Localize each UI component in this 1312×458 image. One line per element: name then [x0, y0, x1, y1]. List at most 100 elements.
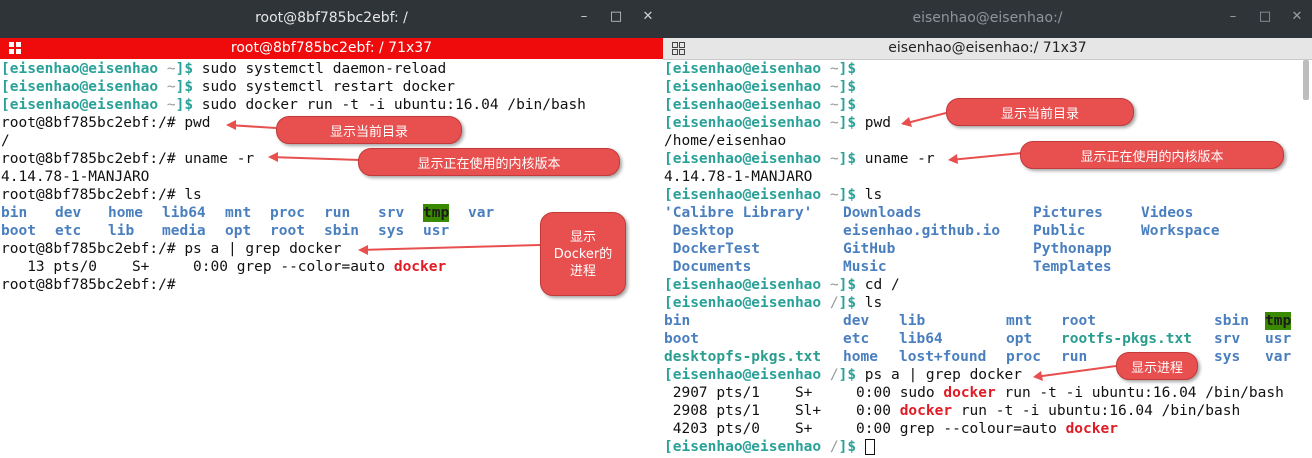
prompt-user: [eisenhao@eisenhao: [1, 79, 159, 95]
output-text: root@8bf785bc2ebf:/# uname -r: [1, 151, 255, 167]
close-icon[interactable]: ✕: [1290, 8, 1304, 26]
prompt-path: ~: [821, 79, 839, 95]
prompt-path: ~: [821, 61, 839, 77]
scrollbar[interactable]: [1300, 60, 1312, 458]
command-text: ps a | grep docker: [856, 367, 1022, 383]
prompt-close: ]$: [838, 151, 857, 167]
output-text: 2907 pts/1 S+ 0:00 sudo: [664, 385, 944, 401]
prompt-path: ~: [158, 61, 176, 77]
ls-entry: rootfs-pkgs.txt: [1061, 331, 1192, 347]
ls-entry: lib: [899, 313, 926, 329]
terminal-line: root@8bf785bc2ebf:/# uname -r: [1, 150, 254, 168]
ls-entry: srv: [378, 205, 405, 221]
ls-entry: home: [843, 349, 878, 365]
right-tab[interactable]: eisenhao@eisenhao:/ 71x37: [663, 38, 1312, 60]
ls-entry: proc: [270, 205, 305, 221]
terminal-line: 2908 pts/1 Sl+ 0:00 docker run -t -i ubu…: [664, 402, 1240, 420]
ls-entry: Videos: [1141, 205, 1194, 221]
terminal-line: [eisenhao@eisenhao ~]$: [664, 60, 856, 78]
left-titlebar[interactable]: root@8bf785bc2ebf: / – □ ✕: [0, 0, 663, 38]
right-titlebar[interactable]: eisenhao@eisenhao:/ – □ ✕: [663, 0, 1312, 38]
ls-entry: run: [324, 205, 351, 221]
minimize-icon[interactable]: –: [577, 8, 591, 26]
output-text: run -t -i ubuntu:16.04 /bin/bash: [995, 385, 1284, 401]
prompt-user: [eisenhao@eisenhao: [664, 295, 822, 311]
ls-entry: home: [108, 205, 143, 221]
output-text: 4203 pts/0 S+ 0:00 grep --colour=auto: [664, 421, 1066, 437]
ls-entry: etc: [55, 223, 82, 239]
ls-entry: usr: [1265, 331, 1292, 347]
callout-docker-process-left: 显示 Docker的 进程: [540, 212, 626, 296]
prompt-path: ~: [821, 187, 839, 203]
terminal-line: [eisenhao@eisenhao ~]$ ls: [664, 186, 882, 204]
grep-match: docker: [393, 259, 447, 275]
right-window-title: eisenhao@eisenhao:/: [912, 10, 1063, 26]
prompt-close: ]$: [175, 79, 194, 95]
terminal-line: 13 pts/0 S+ 0:00 grep --color=auto docke…: [1, 258, 446, 276]
ls-entry: var: [468, 205, 495, 221]
prompt-path: ~: [821, 115, 839, 131]
grep-match: docker: [899, 403, 953, 419]
left-tab[interactable]: root@8bf785bc2ebf: / 71x37: [0, 38, 663, 59]
terminal-line: [eisenhao@eisenhao ~]$ sudo systemctl re…: [1, 78, 455, 96]
output-text: /home/eisenhao: [664, 133, 787, 149]
ls-entry: var: [1265, 349, 1292, 365]
ls-entry: bin: [664, 313, 691, 329]
ls-entry: 'Calibre Library': [664, 205, 813, 221]
minimize-icon[interactable]: –: [1226, 8, 1240, 26]
prompt-path: ~: [158, 97, 176, 113]
callout-current-dir-left: 显示当前目录: [276, 116, 462, 144]
terminal-line: [eisenhao@eisenhao ~]$ sudo docker run -…: [1, 96, 586, 114]
ls-entry: opt: [1006, 331, 1033, 347]
prompt-close: ]$: [838, 115, 857, 131]
scrollbar-thumb[interactable]: [1303, 60, 1309, 100]
ls-entry: etc: [843, 331, 870, 347]
ls-entry: lost+found: [899, 349, 987, 365]
command-text: sudo docker run -t -i ubuntu:16.04 /bin/…: [193, 97, 586, 113]
prompt-path: ~: [821, 97, 839, 113]
command-text: pwd: [856, 115, 891, 131]
command-text: uname -r: [856, 151, 935, 167]
prompt-path: ~: [158, 79, 176, 95]
output-text: run -t -i ubuntu:16.04 /bin/bash: [952, 403, 1241, 419]
terminal-line: [eisenhao@eisenhao ~]$ sudo systemctl da…: [1, 60, 446, 78]
command-text: sudo systemctl restart docker: [193, 79, 455, 95]
maximize-icon[interactable]: □: [1258, 8, 1272, 26]
ls-entry: Workspace: [1141, 223, 1220, 239]
command-text: cd /: [856, 277, 900, 293]
terminal-line: [eisenhao@eisenhao ~]$ pwd: [664, 114, 891, 132]
output-text: 4.14.78-1-MANJARO: [1, 169, 150, 185]
terminal-cursor[interactable]: [864, 439, 875, 455]
ls-entry: sys: [378, 223, 405, 239]
ls-entry: DockerTest: [664, 241, 761, 257]
ls-entry: sys: [1214, 349, 1241, 365]
prompt-user: [eisenhao@eisenhao: [664, 79, 822, 95]
prompt-close: ]$: [838, 367, 857, 383]
close-icon[interactable]: ✕: [641, 8, 655, 26]
terminal-line: 4.14.78-1-MANJARO: [1, 168, 149, 186]
ls-entry: sbin: [324, 223, 359, 239]
prompt-user: [eisenhao@eisenhao: [664, 97, 822, 113]
prompt-close: ]$: [838, 97, 857, 113]
command-text: [856, 439, 865, 455]
left-tab-title: root@8bf785bc2ebf: / 71x37: [230, 40, 433, 56]
ls-entry: dev: [843, 313, 870, 329]
ls-entry: tmp: [423, 204, 450, 222]
output-text: root@8bf785bc2ebf:/#: [1, 277, 176, 293]
output-text: 13 pts/0 S+ 0:00 grep --color=auto: [1, 259, 394, 275]
ls-entry: boot: [664, 331, 699, 347]
output-text: 2908 pts/1 Sl+ 0:00: [664, 403, 900, 419]
command-text: ls: [856, 295, 883, 311]
prompt-close: ]$: [838, 187, 857, 203]
output-text: root@8bf785bc2ebf:/# pwd: [1, 115, 211, 131]
maximize-icon[interactable]: □: [609, 8, 623, 26]
prompt-path: /: [821, 295, 839, 311]
terminal-line: [eisenhao@eisenhao ~]$: [664, 78, 856, 96]
right-tab-title: eisenhao@eisenhao:/ 71x37: [888, 40, 1087, 56]
prompt-close: ]$: [175, 61, 194, 77]
ls-entry: tmp: [1265, 312, 1292, 330]
prompt-user: [eisenhao@eisenhao: [1, 61, 159, 77]
ls-entry: mnt: [225, 205, 252, 221]
prompt-user: [eisenhao@eisenhao: [664, 151, 822, 167]
ls-entry: media: [162, 223, 206, 239]
